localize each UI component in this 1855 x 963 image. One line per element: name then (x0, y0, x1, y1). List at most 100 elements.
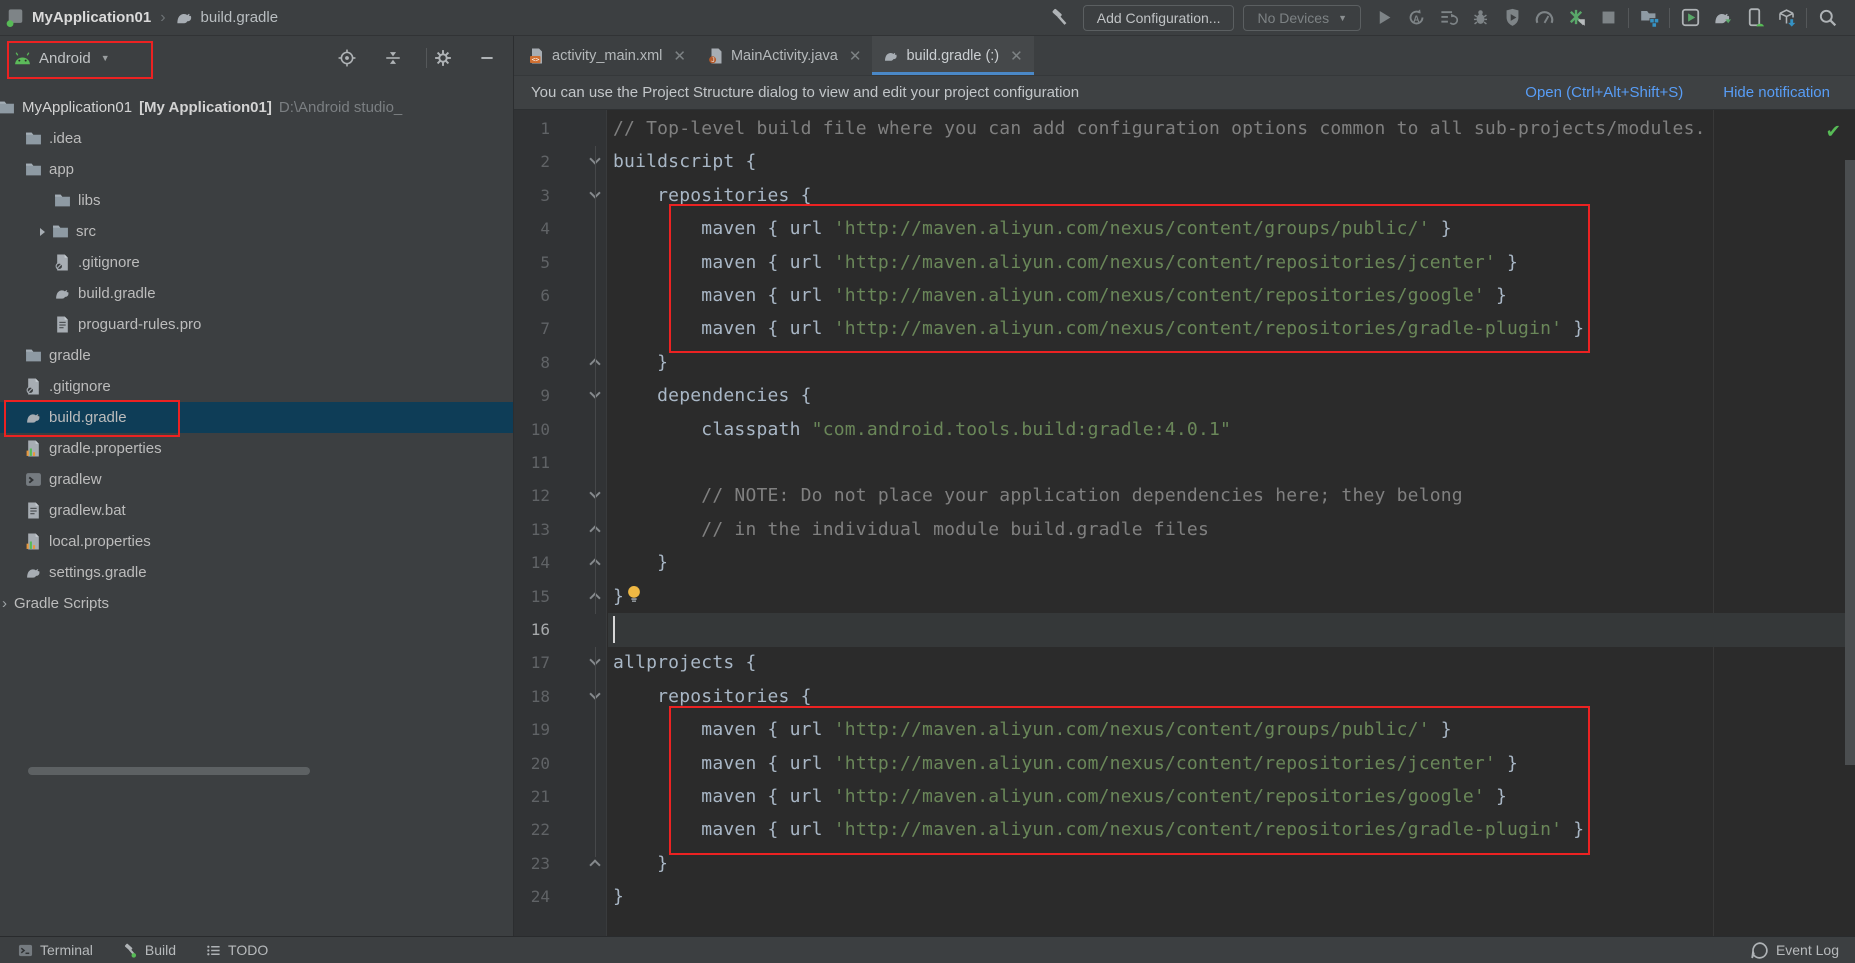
stop-icon[interactable] (1594, 5, 1622, 31)
tree-item-gradle-scripts[interactable]: › Gradle Scripts (0, 588, 513, 619)
code-line-8: } (613, 346, 668, 380)
tree-item-label: .gitignore (49, 378, 111, 395)
collapse-icon[interactable] (384, 49, 403, 68)
minus-icon[interactable] (478, 49, 497, 68)
toolwindow-button-todo[interactable]: TODO (206, 942, 268, 958)
tree-item-label: build.gradle (49, 409, 127, 426)
editor-scrollbar-thumb[interactable] (1845, 160, 1855, 765)
device-selector-dropdown[interactable]: No Devices ▼ (1243, 5, 1361, 31)
toolwindow-button-terminal[interactable]: Terminal (18, 942, 93, 958)
tree-item--gitignore[interactable]: .gitignore (0, 371, 513, 402)
search-icon[interactable] (1813, 5, 1841, 31)
project-structure-icon[interactable] (1635, 5, 1663, 31)
java-file-icon: J (708, 48, 724, 64)
hide-notification-link[interactable]: Hide notification (1723, 84, 1830, 101)
tree-item-gradlew-bat[interactable]: gradlew.bat (0, 495, 513, 526)
chevron-down-icon: ▼ (101, 53, 110, 63)
restart-a-icon[interactable]: A (1402, 5, 1430, 31)
chevron-right-icon[interactable]: › (2, 595, 7, 612)
close-icon[interactable]: ✕ (1010, 47, 1023, 65)
tab-activity-main-xml[interactable]: <>activity_main.xml✕ (518, 36, 697, 75)
tree-item--gitignore[interactable]: .gitignore (0, 247, 513, 278)
tab-build-gradle-[interactable]: build.gradle (:) ✕ (872, 36, 1033, 75)
filetext-icon (54, 316, 71, 333)
tree-root-project[interactable]: MyApplication01[My Application01]D:\Andr… (0, 92, 513, 123)
gitignore-icon (54, 254, 71, 271)
tree-item-label: libs (78, 192, 101, 209)
folder-icon (25, 130, 42, 147)
tree-item-src[interactable]: src (0, 216, 513, 247)
attach-icon[interactable] (1498, 5, 1526, 31)
tree-item-libs[interactable]: libs (0, 185, 513, 216)
open-project-structure-link[interactable]: Open (Ctrl+Alt+Shift+S) (1525, 84, 1683, 101)
build-hammer-icon[interactable] (1046, 5, 1074, 31)
code-line-24: } (613, 880, 624, 914)
properties-icon (25, 533, 42, 550)
line-number: 14 (514, 546, 550, 579)
tree-item-build-gradle[interactable]: build.gradle (0, 278, 513, 309)
line-number: 11 (514, 446, 550, 479)
line-number: 23 (514, 847, 550, 880)
code-editor[interactable]: 123456789101112131415161718192021222324 … (514, 110, 1855, 936)
line-number: 6 (514, 279, 550, 312)
tree-item-label: gradle.properties (49, 440, 162, 457)
toolwindow-button-label: Terminal (40, 942, 93, 958)
tree-item-gradle[interactable]: gradle (0, 340, 513, 371)
intention-bulb-icon[interactable] (624, 584, 644, 604)
run-icon[interactable] (1370, 5, 1398, 31)
tree-item-build-gradle[interactable]: build.gradle (0, 402, 513, 433)
gradle-sync-icon[interactable] (1708, 5, 1736, 31)
close-icon[interactable]: ✕ (849, 47, 862, 65)
chevron-right-icon[interactable] (40, 228, 45, 236)
project-view-selector[interactable]: Android (39, 50, 91, 67)
line-number: 21 (514, 780, 550, 813)
line-number: 2 (514, 145, 550, 178)
tree-item-label: proguard-rules.pro (78, 316, 201, 333)
close-icon[interactable]: ✕ (673, 47, 686, 65)
tree-item-gradlew[interactable]: gradlew (0, 464, 513, 495)
device-selector-label: No Devices (1257, 10, 1329, 26)
gradle-icon (25, 564, 42, 581)
code-line-20: maven { url 'http://maven.aliyun.com/nex… (613, 747, 1518, 781)
tree-item-gradle-properties[interactable]: gradle.properties (0, 433, 513, 464)
tree-item-settings-gradle[interactable]: settings.gradle (0, 557, 513, 588)
breadcrumb-file[interactable]: build.gradle (201, 9, 279, 26)
add-configuration-button[interactable]: Add Configuration... (1083, 5, 1235, 31)
sidebar-horizontal-scrollbar[interactable] (28, 767, 310, 775)
sdk-manager-icon[interactable] (1772, 5, 1800, 31)
target-icon[interactable] (338, 49, 357, 68)
gear-icon[interactable] (434, 49, 453, 68)
instant-run-icon[interactable] (1562, 5, 1590, 31)
svg-text:<>: <> (532, 55, 540, 63)
debug-icon[interactable] (1466, 5, 1494, 31)
inspection-ok-icon[interactable]: ✔ (1827, 118, 1840, 142)
tree-item-app[interactable]: app (0, 154, 513, 185)
svg-text:A: A (1413, 14, 1420, 24)
tree-item--idea[interactable]: .idea (0, 123, 513, 154)
apply-code-icon[interactable] (1434, 5, 1462, 31)
tree-item-local-properties[interactable]: local.properties (0, 526, 513, 557)
breadcrumb-project[interactable]: MyApplication01 (32, 9, 151, 26)
event-log-button[interactable]: Event Log (1750, 941, 1839, 960)
editor-tab-bar: <>activity_main.xml✕JMainActivity.java✕b… (514, 36, 1855, 76)
profile-icon[interactable] (1530, 5, 1558, 31)
tab-label: build.gradle (:) (906, 48, 999, 64)
code-line-10: classpath "com.android.tools.build:gradl… (613, 413, 1231, 447)
tree-item-label: Gradle Scripts (14, 595, 109, 612)
line-number: 13 (514, 513, 550, 546)
tree-item-proguard-rules-pro[interactable]: proguard-rules.pro (0, 309, 513, 340)
device-manager-icon[interactable] (1740, 5, 1768, 31)
run-box-icon[interactable] (1676, 5, 1704, 31)
fold-marker-icon[interactable] (589, 859, 600, 870)
toolbar-separator (1806, 8, 1807, 28)
tab-mainactivity-java[interactable]: JMainActivity.java✕ (697, 36, 872, 75)
add-configuration-label: Add Configuration... (1097, 10, 1221, 26)
console-icon (25, 471, 42, 488)
code-line-23: } (613, 847, 668, 881)
build-icon (123, 943, 138, 958)
code-line-13: // in the individual module build.gradle… (613, 513, 1209, 547)
code-line-15: } (613, 580, 624, 614)
code-line-22: maven { url 'http://maven.aliyun.com/nex… (613, 813, 1584, 847)
folder-icon (54, 192, 71, 209)
toolwindow-button-build[interactable]: Build (123, 942, 176, 958)
